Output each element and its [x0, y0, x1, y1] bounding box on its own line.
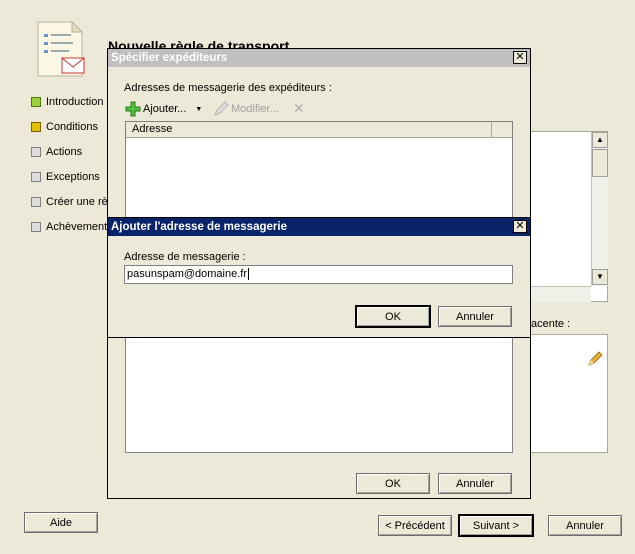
conditions-hscroll[interactable]: [529, 286, 591, 302]
plus-icon: [125, 101, 141, 117]
nav-actions[interactable]: Actions: [46, 146, 82, 158]
nav-exceptions-marker: [31, 172, 41, 182]
edit-button-label: Modifier...: [231, 103, 279, 115]
nav-introduction[interactable]: Introduction: [46, 96, 103, 108]
dropdown-arrow-icon[interactable]: ▼: [195, 106, 202, 113]
add-ok-button[interactable]: OK: [356, 306, 430, 327]
column-header-filler: [492, 122, 512, 138]
help-button[interactable]: Aide: [24, 512, 98, 533]
add-address-dialog: Ajouter l'adresse de messagerie ✕ Adress…: [107, 217, 531, 338]
email-field[interactable]: pasunspam@domaine.fr: [124, 265, 513, 284]
add-dialog-titlebar: Ajouter l'adresse de messagerie: [108, 218, 530, 236]
nav-actions-marker: [31, 147, 41, 157]
edit-button: Modifier...: [213, 100, 279, 118]
add-button[interactable]: Ajouter... ▼: [125, 100, 202, 118]
conditions-scrollbar[interactable]: ▲ ▼: [591, 132, 608, 286]
rule-document-icon: [34, 20, 94, 80]
nav-completion-marker: [31, 222, 41, 232]
senders-list-label: Adresses de messagerie des expéditeurs :: [124, 82, 332, 94]
scroll-down-arrow[interactable]: ▼: [592, 269, 608, 285]
wizard-cancel-button[interactable]: Annuler: [548, 515, 622, 536]
text-caret: [248, 268, 250, 281]
senders-dialog-title: Spécifier expéditeurs: [111, 52, 228, 64]
senders-dialog-titlebar: Spécifier expéditeurs: [108, 49, 530, 67]
address-column-label: Adresse: [132, 123, 173, 135]
back-button[interactable]: < Précédent: [378, 515, 452, 536]
address-column-header[interactable]: Adresse: [126, 122, 492, 138]
email-field-value: pasunspam@domaine.fr: [127, 268, 248, 280]
nav-exceptions[interactable]: Exceptions: [46, 171, 100, 183]
add-dialog-title: Ajouter l'adresse de messagerie: [111, 221, 287, 233]
nav-conditions-marker: [31, 122, 41, 132]
next-button[interactable]: Suivant >: [459, 515, 533, 536]
nav-conditions[interactable]: Conditions: [46, 121, 98, 133]
delete-icon: ✕: [293, 100, 305, 116]
add-button-label: Ajouter...: [143, 103, 187, 115]
pencil-disabled-icon: [213, 101, 229, 117]
partial-label: acente :: [531, 318, 571, 330]
close-icon[interactable]: ✕: [513, 51, 527, 64]
scroll-thumb[interactable]: [592, 149, 608, 177]
senders-ok-button[interactable]: OK: [356, 473, 430, 494]
pencil-icon[interactable]: [587, 351, 603, 367]
nav-introduction-marker: [31, 97, 41, 107]
email-field-label: Adresse de messagerie :: [124, 251, 246, 263]
close-icon[interactable]: ✕: [513, 220, 527, 233]
scroll-up-arrow[interactable]: ▲: [592, 132, 608, 148]
nav-create-rule-marker: [31, 197, 41, 207]
add-cancel-button[interactable]: Annuler: [438, 306, 512, 327]
nav-create-rule[interactable]: Créer une rè: [46, 196, 108, 208]
senders-cancel-button[interactable]: Annuler: [438, 473, 512, 494]
nav-completion[interactable]: Achèvement: [46, 221, 107, 233]
